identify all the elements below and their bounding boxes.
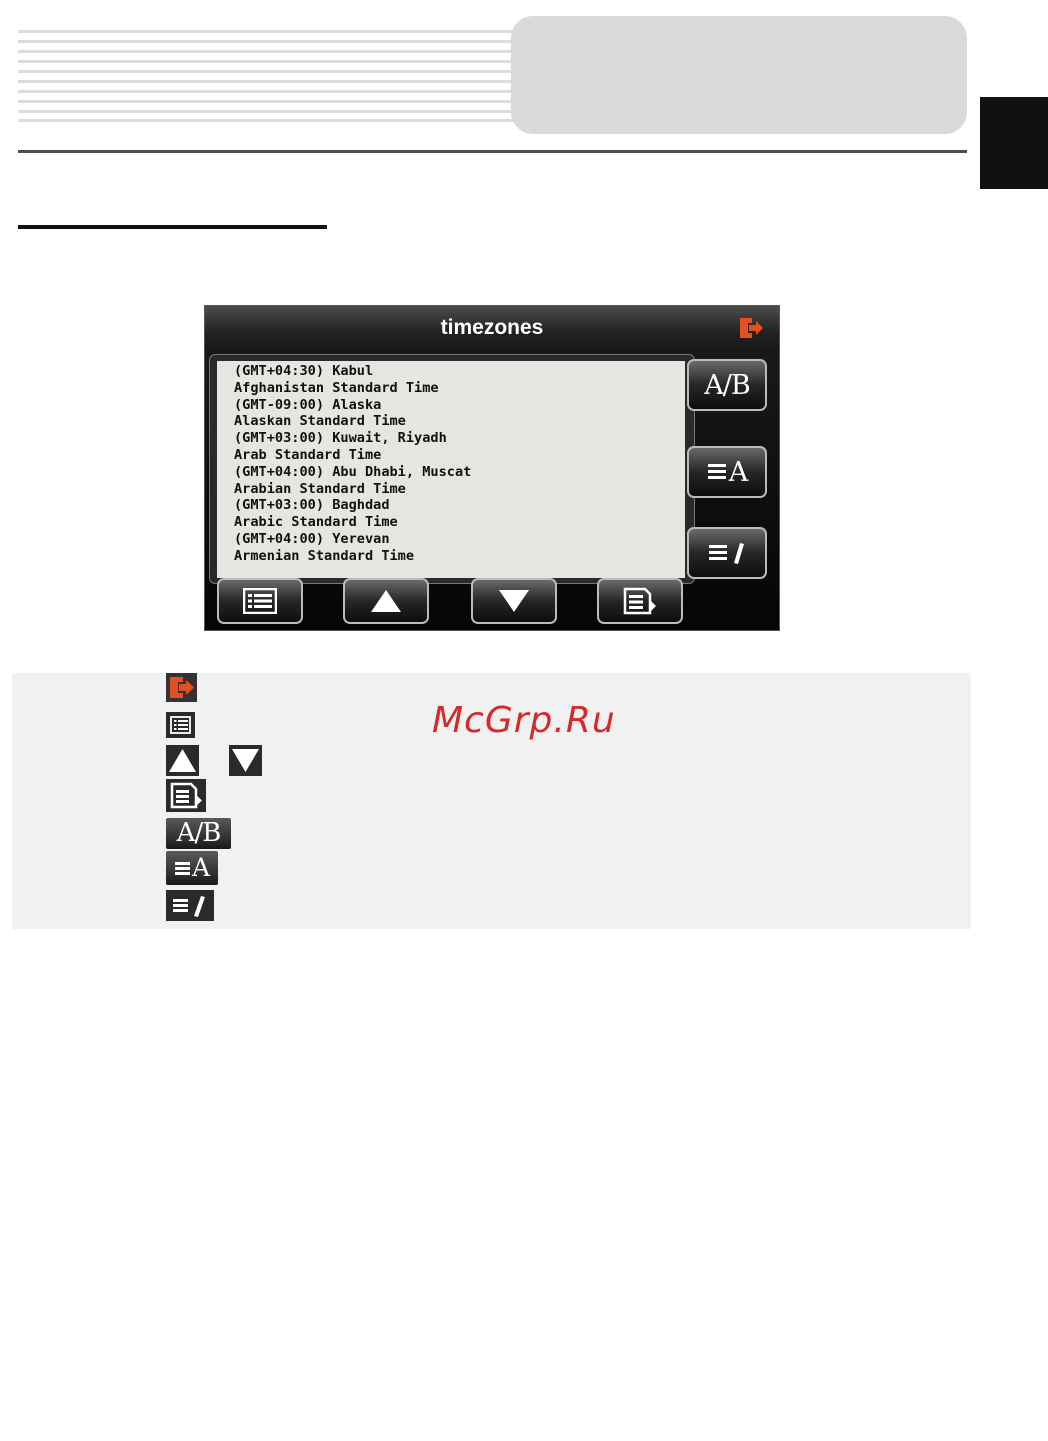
- list-icon: [243, 588, 277, 614]
- select-icon: [623, 587, 656, 615]
- list-view-button[interactable]: [217, 578, 303, 624]
- ab-toggle-label: A/B: [704, 369, 750, 401]
- list-item[interactable]: Alaskan Standard Time: [234, 413, 685, 430]
- list-lines-icon: [707, 464, 726, 479]
- ab-toggle-legend-label: A/B: [176, 818, 222, 848]
- list-item[interactable]: Arabian Standard Time: [234, 481, 685, 498]
- edit-list-icon: [709, 543, 744, 564]
- sort-alpha-letter: A: [728, 456, 748, 488]
- ab-toggle-icon: A/B: [166, 818, 231, 849]
- sort-alpha-icon: A: [166, 851, 218, 885]
- header-stripes: [18, 30, 518, 122]
- exit-icon: [166, 673, 197, 702]
- scroll-up-button[interactable]: [343, 578, 429, 624]
- select-icon: [166, 779, 206, 812]
- arrow-down-icon: [499, 590, 529, 612]
- ab-toggle-button[interactable]: A/B: [687, 359, 767, 411]
- watermark: McGrp.Ru: [432, 700, 616, 741]
- timezones-screen: timezones (GMT+04:30) Kabul Afghanistan …: [204, 305, 780, 631]
- select-button[interactable]: [597, 578, 683, 624]
- scroll-down-button[interactable]: [471, 578, 557, 624]
- arrow-up-icon: [371, 590, 401, 612]
- list-item[interactable]: (GMT+04:30) Kabul: [234, 363, 685, 380]
- list-item[interactable]: (GMT+03:00) Kuwait, Riyadh: [234, 430, 685, 447]
- list-item[interactable]: Armenian Standard Time: [234, 548, 685, 565]
- edit-list-icon: [166, 890, 214, 921]
- list-lines-icon: [174, 861, 190, 875]
- sort-alpha-button[interactable]: A: [687, 446, 767, 498]
- header-rule: [18, 150, 967, 153]
- section-title-rule: [18, 225, 327, 229]
- header-box: [511, 16, 967, 134]
- list-item[interactable]: Arabic Standard Time: [234, 514, 685, 531]
- sort-alpha-legend-letter: A: [191, 853, 211, 882]
- timezone-list: (GMT+04:30) Kabul Afghanistan Standard T…: [217, 361, 685, 578]
- exit-icon[interactable]: [737, 315, 765, 341]
- edit-list-button[interactable]: [687, 527, 767, 579]
- section-tab: [980, 97, 1048, 189]
- list-item[interactable]: (GMT+04:00) Abu Dhabi, Muscat: [234, 464, 685, 481]
- list-item[interactable]: (GMT-09:00) Alaska: [234, 397, 685, 414]
- list-item[interactable]: Afghanistan Standard Time: [234, 380, 685, 397]
- screen-title: timezones: [205, 306, 779, 350]
- arrow-up-icon: [166, 745, 199, 776]
- list-item[interactable]: (GMT+03:00) Baghdad: [234, 497, 685, 514]
- arrow-down-icon: [229, 745, 262, 776]
- list-item[interactable]: Arab Standard Time: [234, 447, 685, 464]
- list-icon: [166, 712, 195, 738]
- list-item[interactable]: (GMT+04:00) Yerevan: [234, 531, 685, 548]
